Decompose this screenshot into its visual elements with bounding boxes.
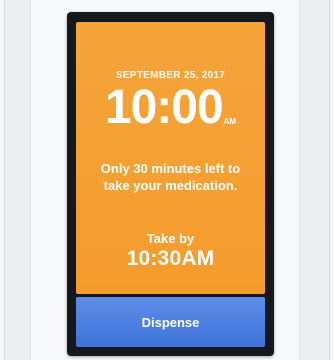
reminder-message: Only 30 minutes left to take your medica… [100,161,241,193]
date-label: SEPTEMBER 25, 2017 [115,70,226,81]
dispenser-device: SEPTEMBER 25, 2017 10:00 AM Only 30 minu… [67,12,274,356]
deadline-time: 10:30AM [126,247,215,270]
am-pm-indicator: AM [223,117,237,126]
clock: 10:00 AM [76,82,265,134]
reminder-screen: SEPTEMBER 25, 2017 10:00 AM Only 30 minu… [76,22,265,294]
current-time: 10:00 [104,81,224,134]
dispense-button[interactable]: Dispense [76,297,265,347]
take-by-label: Take by [146,231,195,246]
